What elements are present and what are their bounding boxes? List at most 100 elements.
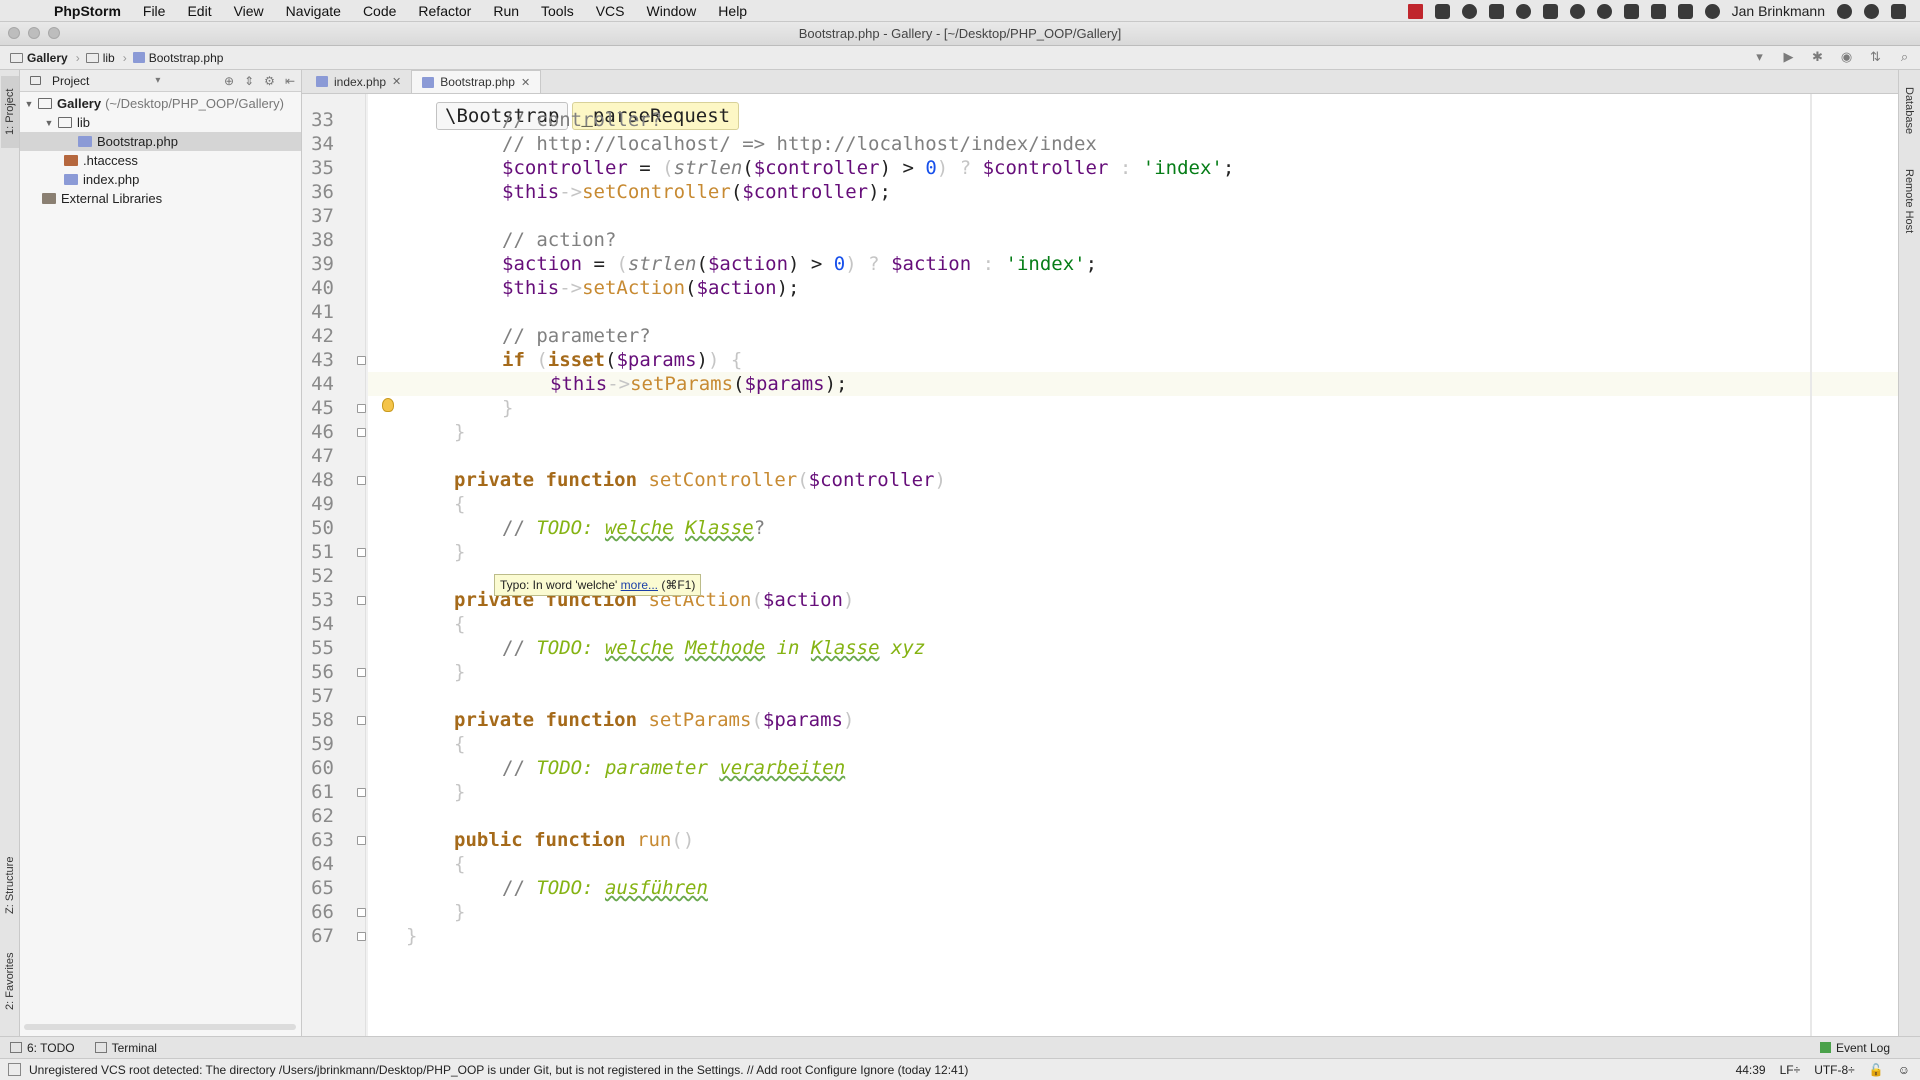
project-view-selector[interactable]: Project: [52, 74, 89, 88]
fold-marker-icon[interactable]: [357, 788, 366, 797]
line-number[interactable]: 55: [304, 636, 334, 660]
time-machine-icon[interactable]: [1704, 3, 1720, 19]
inspector-icon[interactable]: ☺: [1898, 1063, 1910, 1077]
line-number[interactable]: 33: [304, 108, 334, 132]
code-line[interactable]: [368, 300, 1898, 324]
line-number[interactable]: 38: [304, 228, 334, 252]
code-line[interactable]: $action = (strlen($action) > 0) ? $actio…: [368, 252, 1898, 276]
line-number[interactable]: 41: [304, 300, 334, 324]
code-line[interactable]: // controller?: [368, 108, 1898, 132]
tab-bootstrap-php[interactable]: Bootstrap.php ✕: [411, 70, 542, 93]
close-window-button[interactable]: [8, 27, 20, 39]
line-number[interactable]: 63: [304, 828, 334, 852]
volume-icon[interactable]: [1650, 3, 1666, 19]
code-line[interactable]: [368, 804, 1898, 828]
nav-crumb-lib[interactable]: lib ›: [85, 51, 127, 65]
code-area[interactable]: \Bootstrap _parseRequest // controller? /…: [368, 94, 1898, 1036]
code-line[interactable]: // TODO: ausführen: [368, 876, 1898, 900]
menu-code[interactable]: Code: [363, 3, 396, 19]
user-icon[interactable]: [1837, 3, 1852, 19]
line-number[interactable]: 40: [304, 276, 334, 300]
run-config-dropdown[interactable]: ▾: [1752, 49, 1767, 64]
menu-navigate[interactable]: Navigate: [286, 3, 341, 19]
fold-marker-icon[interactable]: [357, 548, 366, 557]
tree-item-htaccess[interactable]: .htaccess: [20, 151, 301, 170]
user-name[interactable]: Jan Brinkmann: [1732, 3, 1825, 19]
line-number[interactable]: 45: [304, 396, 334, 420]
tab-structure-tool[interactable]: Z: Structure: [1, 840, 19, 930]
menu-run[interactable]: Run: [493, 3, 519, 19]
fold-marker-icon[interactable]: [357, 932, 366, 941]
search-icon[interactable]: ⌕: [1897, 49, 1912, 64]
line-number[interactable]: 46: [304, 420, 334, 444]
code-line[interactable]: }: [368, 660, 1898, 684]
debug-icon[interactable]: ✱: [1810, 49, 1825, 64]
fold-marker-icon[interactable]: [357, 476, 366, 485]
fold-marker-icon[interactable]: [357, 596, 366, 605]
evernote-icon[interactable]: [1596, 3, 1612, 19]
code-line[interactable]: $controller = (strlen($controller) > 0) …: [368, 156, 1898, 180]
spotlight-icon[interactable]: [1864, 3, 1879, 19]
nav-crumb-gallery[interactable]: Gallery ›: [10, 51, 80, 65]
code-line[interactable]: // action?: [368, 228, 1898, 252]
code-line[interactable]: {: [368, 612, 1898, 636]
line-number[interactable]: 48: [304, 468, 334, 492]
creative-cloud-icon[interactable]: [1569, 3, 1585, 19]
fold-marker-icon[interactable]: [357, 356, 366, 365]
line-number[interactable]: 58: [304, 708, 334, 732]
expand-arrow-icon[interactable]: ▼: [44, 118, 54, 128]
run-icon[interactable]: ▶: [1781, 49, 1796, 64]
line-number[interactable]: 44: [304, 372, 334, 396]
code-line[interactable]: // parameter?: [368, 324, 1898, 348]
menu-window[interactable]: Window: [647, 3, 697, 19]
app-tray-icon[interactable]: [1461, 3, 1477, 19]
code-line[interactable]: [368, 444, 1898, 468]
line-number[interactable]: 34: [304, 132, 334, 156]
close-icon[interactable]: ✕: [392, 75, 401, 88]
line-number[interactable]: 61: [304, 780, 334, 804]
line-number[interactable]: 50: [304, 516, 334, 540]
line-number[interactable]: 37: [304, 204, 334, 228]
code-line[interactable]: if (isset($params)) {: [368, 348, 1898, 372]
code-line[interactable]: $this->setParams($params);: [368, 372, 1898, 396]
tree-item-gallery[interactable]: ▼ Gallery (~/Desktop/PHP_OOP/Gallery): [20, 94, 301, 113]
chevron-down-icon[interactable]: ▾: [155, 75, 160, 86]
line-number[interactable]: 57: [304, 684, 334, 708]
code-line[interactable]: private function setParams($params): [368, 708, 1898, 732]
code-line[interactable]: $this->setController($controller);: [368, 180, 1898, 204]
code-line[interactable]: // TODO: welche Klasse?: [368, 516, 1898, 540]
code-line[interactable]: {: [368, 492, 1898, 516]
intention-bulb-icon[interactable]: [382, 398, 394, 412]
todo-tool-button[interactable]: 6: TODO: [10, 1041, 75, 1055]
line-number[interactable]: 36: [304, 180, 334, 204]
lock-icon[interactable]: 🔓: [1869, 1063, 1884, 1077]
code-editor[interactable]: 33 34 35 36 37 38 39 40 41 42 43 44 45 46 47 48 49 50 51 52…: [302, 94, 1898, 1036]
menu-vcs[interactable]: VCS: [596, 3, 625, 19]
code-line[interactable]: public function run(): [368, 828, 1898, 852]
line-number[interactable]: 35: [304, 156, 334, 180]
menu-view[interactable]: View: [234, 3, 264, 19]
code-line[interactable]: }: [368, 924, 1898, 948]
menu-tools[interactable]: Tools: [541, 3, 574, 19]
record-icon[interactable]: [1407, 3, 1423, 19]
tree-item-index[interactable]: index.php: [20, 170, 301, 189]
code-line[interactable]: [368, 684, 1898, 708]
line-number[interactable]: 47: [304, 444, 334, 468]
line-number[interactable]: 39: [304, 252, 334, 276]
dropbox-icon[interactable]: [1434, 3, 1450, 19]
line-number[interactable]: 56: [304, 660, 334, 684]
fold-marker-icon[interactable]: [357, 428, 366, 437]
expand-arrow-icon[interactable]: ▼: [24, 99, 34, 109]
tree-item-bootstrap[interactable]: Bootstrap.php: [20, 132, 301, 151]
line-number[interactable]: 60: [304, 756, 334, 780]
tab-database-tool[interactable]: Database: [1900, 76, 1918, 146]
line-number[interactable]: 67: [304, 924, 334, 948]
fold-marker-icon[interactable]: [357, 836, 366, 845]
tab-project-tool[interactable]: 1: Project: [1, 76, 19, 148]
fold-marker-icon[interactable]: [357, 404, 366, 413]
tab-favorites-tool[interactable]: 2: Favorites: [1, 936, 19, 1026]
plus-tray-icon[interactable]: [1488, 3, 1504, 19]
line-number[interactable]: 54: [304, 612, 334, 636]
line-number[interactable]: 42: [304, 324, 334, 348]
code-line[interactable]: }: [368, 540, 1898, 564]
